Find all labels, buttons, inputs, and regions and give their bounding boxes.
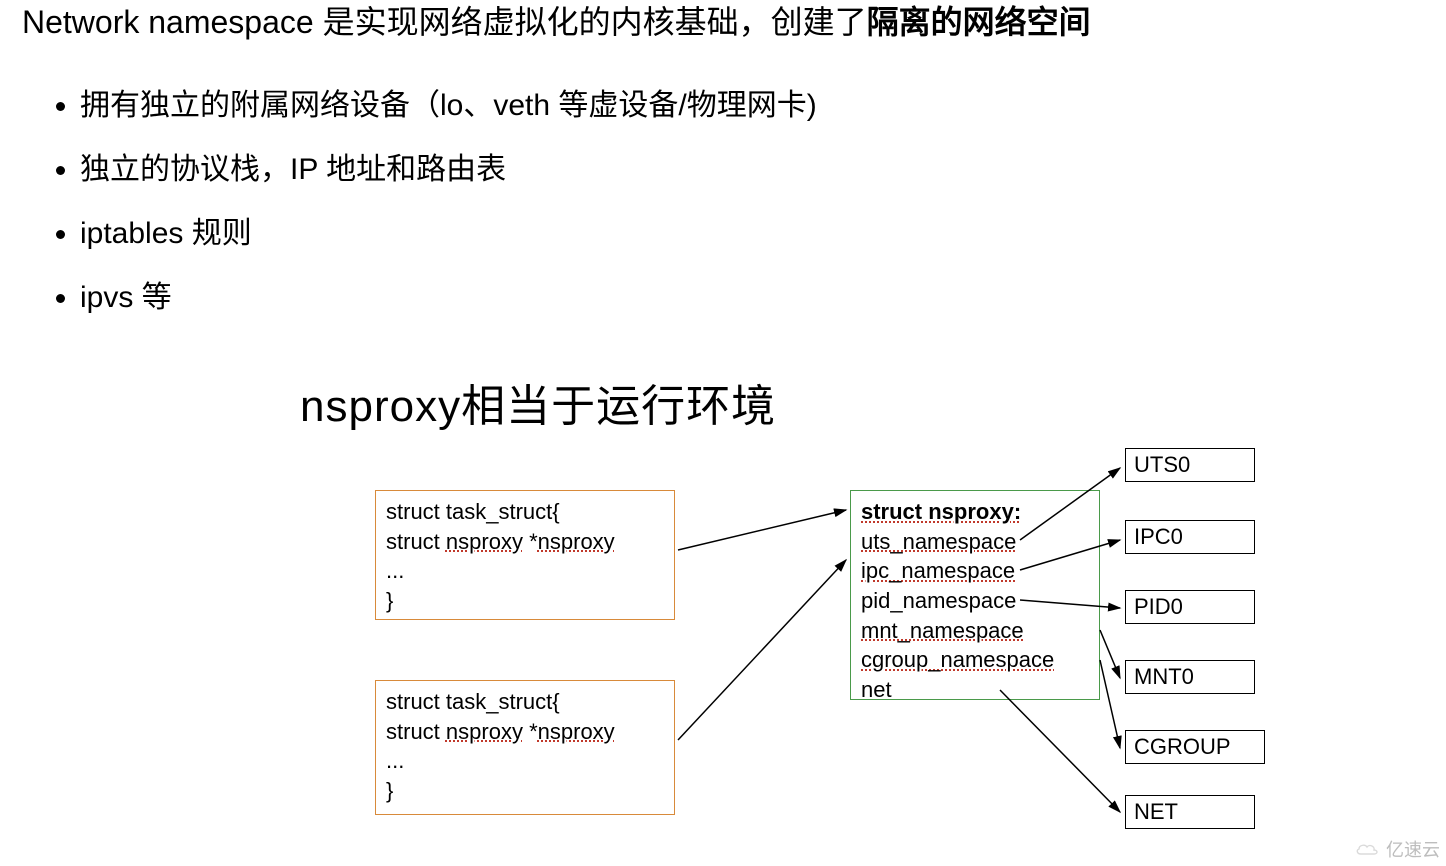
code-line: struct nsproxy *nsproxy (386, 717, 664, 747)
bullet-item: iptables 规则 (80, 216, 817, 252)
nsproxy-field: uts_namespace (861, 527, 1089, 557)
nsproxy-field: ipc_namespace (861, 556, 1089, 586)
ns-box-mnt: MNT0 (1125, 660, 1255, 694)
code-line: struct nsproxy *nsproxy (386, 527, 664, 557)
code-line: struct task_struct{ (386, 687, 664, 717)
intro-strong: 隔离的网络空间 (867, 4, 1091, 40)
intro-line: Network namespace 是实现网络虚拟化的内核基础，创建了隔离的网络… (22, 0, 1091, 45)
bullet-item: 独立的协议栈，IP 地址和路由表 (80, 152, 817, 188)
arrow-net (1000, 690, 1120, 812)
task-struct-box-1: struct task_struct{ struct nsproxy *nspr… (375, 490, 675, 620)
code-line: } (386, 586, 664, 616)
ns-box-pid: PID0 (1125, 590, 1255, 624)
task-struct-box-2: struct task_struct{ struct nsproxy *nspr… (375, 680, 675, 815)
slide: Network namespace 是实现网络虚拟化的内核基础，创建了隔离的网络… (0, 0, 1446, 866)
bullet-item: 拥有独立的附属网络设备（lo、veth 等虚设备/物理网卡) (80, 88, 817, 124)
nsproxy-box: struct nsproxy: uts_namespace ipc_namesp… (850, 490, 1100, 700)
code-line: } (386, 776, 664, 806)
arrow-mnt (1100, 630, 1120, 678)
diagram-title: nsproxy相当于运行环境 (300, 370, 776, 434)
ns-box-ipc: IPC0 (1125, 520, 1255, 554)
bullet-item: ipvs 等 (80, 280, 817, 316)
arrow-ts2-nsproxy (678, 560, 846, 740)
nsproxy-field: cgroup_namespace (861, 645, 1089, 675)
code-line: ... (386, 746, 664, 776)
watermark: 亿速云 (1354, 836, 1440, 862)
ns-box-cgroup: CGROUP (1125, 730, 1265, 764)
code-line: ... (386, 556, 664, 586)
arrow-cgroup (1100, 660, 1120, 748)
arrow-ts1-nsproxy (678, 510, 846, 550)
ns-box-net: NET (1125, 795, 1255, 829)
cloud-icon (1354, 840, 1380, 858)
intro-prefix: Network namespace 是实现网络虚拟化的内核基础，创建了 (22, 4, 867, 40)
bullet-list: 拥有独立的附属网络设备（lo、veth 等虚设备/物理网卡) 独立的协议栈，IP… (50, 60, 817, 344)
nsproxy-field: mnt_namespace (861, 616, 1089, 646)
nsproxy-field: net (861, 675, 1089, 705)
code-line: struct task_struct{ (386, 497, 664, 527)
nsproxy-title: struct nsproxy: (861, 497, 1021, 527)
watermark-text: 亿速云 (1386, 836, 1440, 862)
ns-box-uts: UTS0 (1125, 448, 1255, 482)
nsproxy-field: pid_namespace (861, 586, 1089, 616)
